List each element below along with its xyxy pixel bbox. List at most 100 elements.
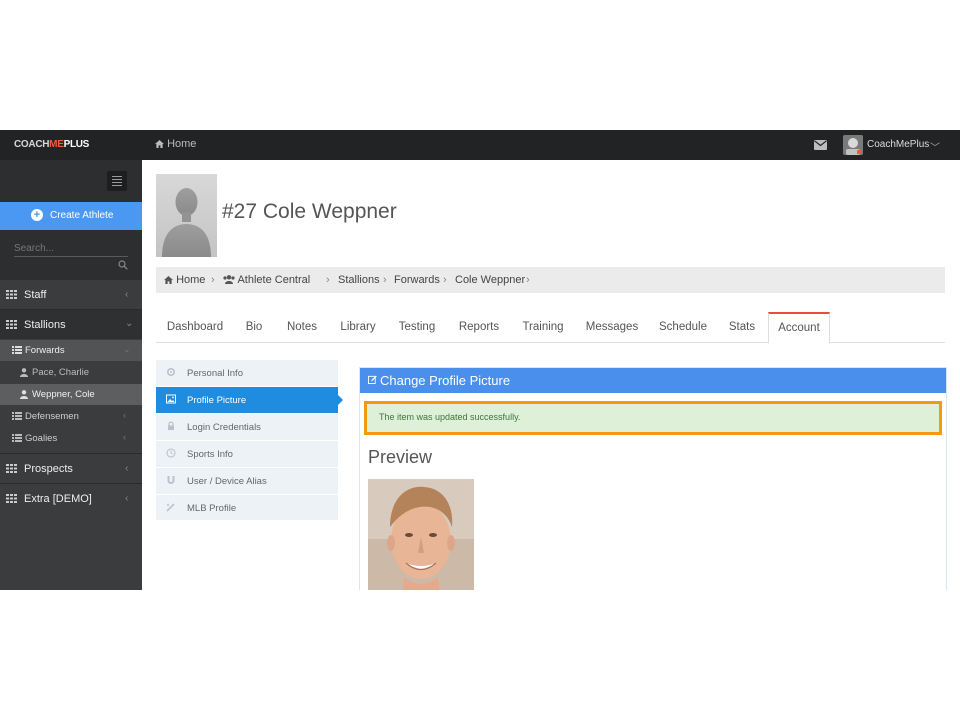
home-icon xyxy=(164,276,173,284)
sidebar-item-label: Forwards xyxy=(25,345,65,356)
sidebar-athlete-pace[interactable]: Pace, Charlie xyxy=(0,362,142,383)
app-window: COACHMEPLUS Home CoachMePlus ﹀ + Create … xyxy=(0,130,960,590)
sidebar-item-goalies[interactable]: Goalies ‹ xyxy=(0,428,142,449)
breadcrumb-team[interactable]: Stallions xyxy=(338,274,380,286)
tab-dashboard[interactable]: Dashboard xyxy=(156,313,234,342)
subnav-personal-info[interactable]: Personal Info xyxy=(156,360,338,387)
active-arrow-indicator xyxy=(338,395,343,405)
breadcrumb-separator: › xyxy=(383,274,387,286)
chevron-left-icon: ‹ xyxy=(123,432,126,442)
athlete-title: #27 Cole Weppner xyxy=(222,200,397,223)
tab-library[interactable]: Library xyxy=(332,313,384,342)
athlete-placeholder-photo[interactable] xyxy=(156,174,217,257)
breadcrumb-home[interactable]: Home xyxy=(164,274,205,286)
sidebar: + Create Athlete Staff ‹ Stallions ⌄ For… xyxy=(0,160,142,590)
athlete-tabs: Dashboard Bio Notes Library Testing Repo… xyxy=(156,312,945,344)
tab-stats[interactable]: Stats xyxy=(722,313,762,342)
breadcrumb-separator: › xyxy=(326,274,330,286)
panel-title: Change Profile Picture xyxy=(380,373,511,388)
panel-header: Change Profile Picture xyxy=(360,368,946,393)
subnav-profile-picture[interactable]: Profile Picture xyxy=(156,387,343,414)
tab-bio[interactable]: Bio xyxy=(236,313,272,342)
subnav-login-credentials[interactable]: Login Credentials xyxy=(156,414,338,441)
preview-heading: Preview xyxy=(368,447,433,467)
sidebar-item-prospects[interactable]: Prospects ‹ xyxy=(0,454,142,483)
list-icon xyxy=(12,434,22,442)
sidebar-item-stallions[interactable]: Stallions ⌄ xyxy=(0,310,142,339)
subnav-label: Login Credentials xyxy=(187,422,261,433)
tab-training[interactable]: Training xyxy=(514,313,572,342)
list-icon xyxy=(12,346,22,354)
breadcrumb-group[interactable]: Forwards xyxy=(394,274,440,286)
sidebar-item-staff[interactable]: Staff ‹ xyxy=(0,280,142,309)
sidebar-item-label: Staff xyxy=(24,289,47,301)
sidebar-item-label: Stallions xyxy=(24,319,66,331)
tab-reports[interactable]: Reports xyxy=(452,313,506,342)
brand-text-plus: PLUS xyxy=(63,139,90,150)
subnav-sports-info[interactable]: Sports Info xyxy=(156,441,338,468)
breadcrumb: Home › Athlete Central › Stallions › For… xyxy=(156,267,945,293)
create-athlete-button[interactable]: + Create Athlete xyxy=(0,202,142,230)
tab-messages[interactable]: Messages xyxy=(580,313,644,342)
account-subnav: Personal Info Profile Picture Login Cred… xyxy=(156,360,343,522)
chevron-down-icon: ⌄ xyxy=(125,318,134,329)
subnav-label: User / Device Alias xyxy=(187,476,267,487)
brand-logo[interactable]: COACHMEPLUS xyxy=(14,139,89,150)
chevron-left-icon: ‹ xyxy=(123,410,126,420)
main-content: #27 Cole Weppner Home › Athlete Central … xyxy=(142,160,960,590)
mail-icon[interactable] xyxy=(814,140,827,150)
top-navbar: COACHMEPLUS Home CoachMePlus ﹀ xyxy=(0,130,960,160)
subnav-mlb-profile[interactable]: MLB Profile xyxy=(156,495,338,522)
sidebar-item-label: Extra [DEMO] xyxy=(24,493,92,505)
sidebar-toggle-button[interactable] xyxy=(107,171,127,191)
breadcrumb-athlete[interactable]: Cole Weppner xyxy=(455,274,525,286)
chevron-down-icon: ⌄ xyxy=(123,344,131,354)
grid-icon xyxy=(6,494,17,503)
user-name[interactable]: CoachMePlus xyxy=(867,139,929,150)
baseball-bat-icon xyxy=(166,503,175,512)
chevron-left-icon: ‹ xyxy=(125,463,129,474)
chevron-down-icon[interactable]: ﹀ xyxy=(930,139,940,154)
breadcrumb-separator: › xyxy=(211,274,215,286)
breadcrumb-athlete-central-label: Athlete Central xyxy=(237,274,311,286)
sidebar-item-extra[interactable]: Extra [DEMO] ‹ xyxy=(0,484,142,513)
top-home-link[interactable]: Home xyxy=(155,138,196,150)
grid-icon xyxy=(6,464,17,473)
chevron-left-icon: ‹ xyxy=(125,493,129,504)
search-icon[interactable] xyxy=(118,260,128,270)
subnav-user-device-alias[interactable]: User / Device Alias xyxy=(156,468,338,495)
search-input[interactable] xyxy=(14,240,128,257)
change-profile-picture-panel: Change Profile Picture The item was upda… xyxy=(359,367,947,590)
sidebar-item-label: Prospects xyxy=(24,463,73,475)
grid-icon xyxy=(6,320,17,329)
top-home-label: Home xyxy=(167,138,197,150)
user-avatar[interactable] xyxy=(843,135,863,155)
user-silhouette-icon xyxy=(162,188,211,257)
sidebar-item-defensemen[interactable]: Defensemen ‹ xyxy=(0,406,142,427)
user-icon xyxy=(20,368,28,377)
sidebar-item-label: Goalies xyxy=(25,433,58,444)
tab-schedule[interactable]: Schedule xyxy=(652,313,714,342)
lock-icon xyxy=(168,421,174,430)
user-icon xyxy=(20,390,28,399)
breadcrumb-separator: › xyxy=(443,274,447,286)
success-alert: The item was updated successfully. xyxy=(364,401,942,435)
profile-preview-image xyxy=(368,479,474,590)
list-icon xyxy=(12,412,22,420)
avatar-icon xyxy=(843,135,863,155)
subnav-label: Sports Info xyxy=(187,449,233,460)
tab-notes[interactable]: Notes xyxy=(280,313,324,342)
brand-text-me: ME xyxy=(49,139,64,150)
tab-account[interactable]: Account xyxy=(768,312,830,344)
create-athlete-label: Create Athlete xyxy=(50,210,114,221)
edit-icon xyxy=(368,375,377,384)
sidebar-item-label: Pace, Charlie xyxy=(32,367,90,378)
brand-text-coach: COACH xyxy=(14,139,50,150)
tab-testing[interactable]: Testing xyxy=(392,313,442,342)
breadcrumb-athlete-central[interactable]: Athlete Central xyxy=(223,274,310,286)
sidebar-item-forwards[interactable]: Forwards ⌄ xyxy=(0,340,142,361)
sidebar-athlete-weppner[interactable]: Weppner, Cole xyxy=(0,384,142,405)
breadcrumb-home-label: Home xyxy=(176,274,206,286)
sidebar-header xyxy=(0,160,142,202)
sidebar-item-label: Defensemen xyxy=(25,411,79,422)
